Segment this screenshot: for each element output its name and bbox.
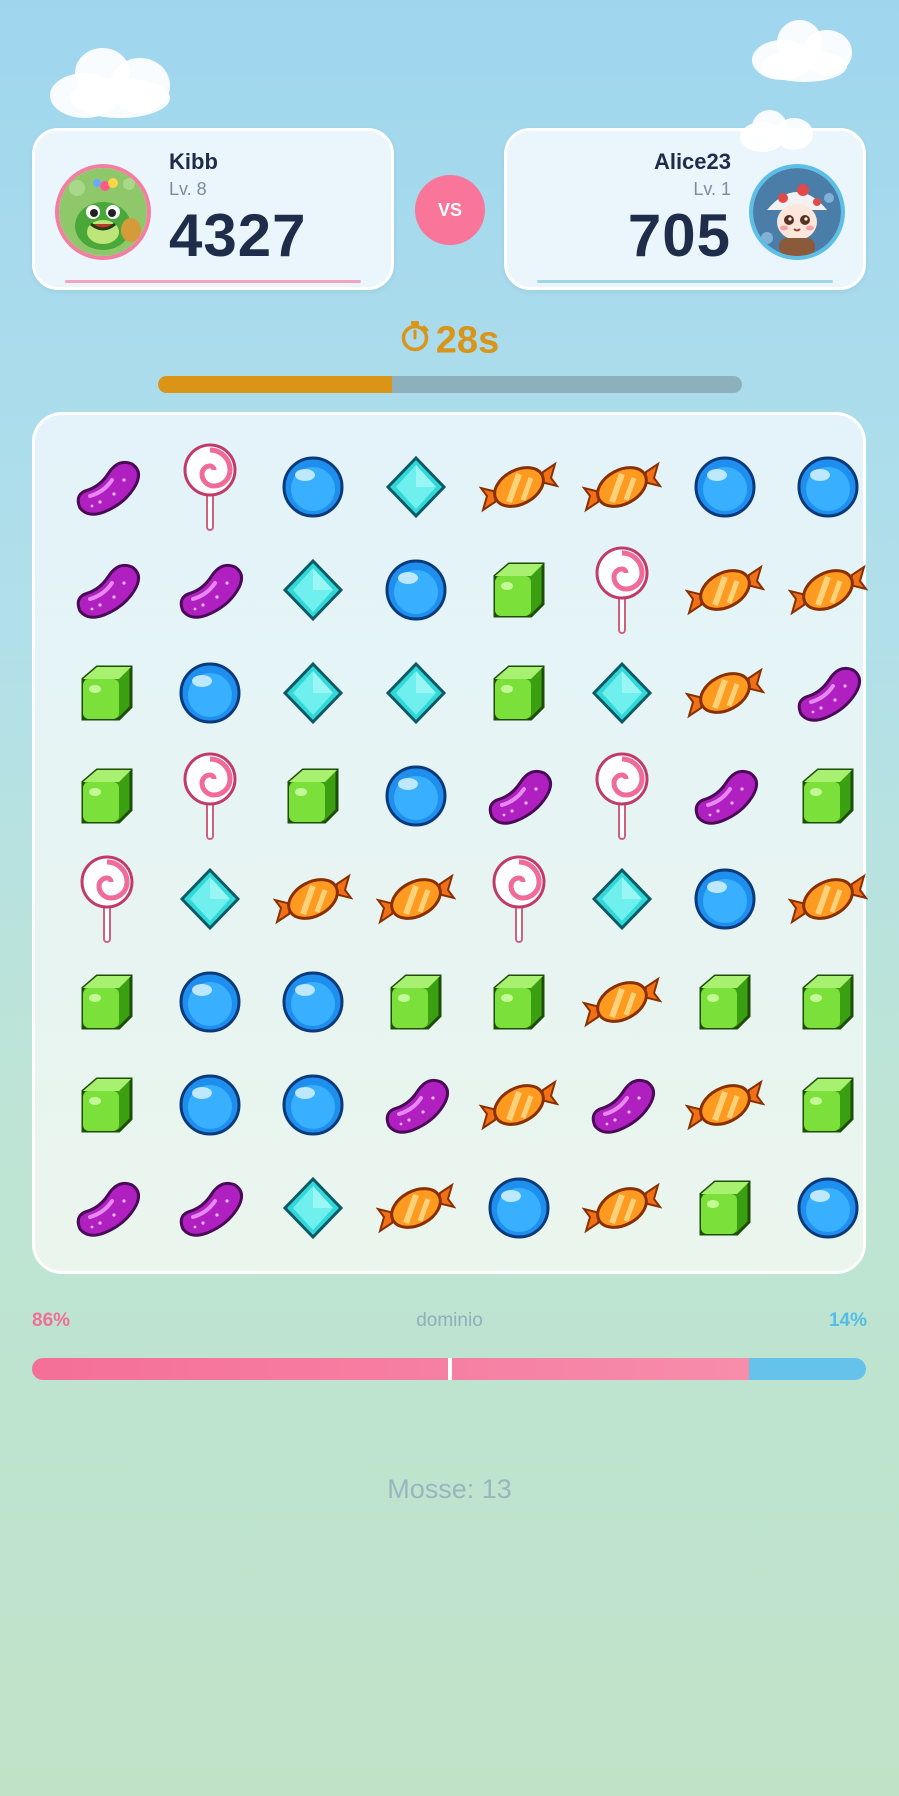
candy-green-icon[interactable] (55, 1053, 158, 1156)
candy-jelly-icon[interactable] (776, 641, 879, 744)
timer-value: 28s (435, 319, 500, 362)
candy-green-icon[interactable] (776, 950, 879, 1053)
candy-blue-icon[interactable] (261, 435, 364, 538)
candy-orange-icon[interactable] (673, 1053, 776, 1156)
candy-diamond-icon[interactable] (364, 641, 467, 744)
mushroom-girl-avatar-icon[interactable] (749, 164, 845, 260)
card-accent-line (537, 280, 833, 283)
candy-orange-icon[interactable] (673, 641, 776, 744)
candy-blue-icon[interactable] (158, 1053, 261, 1156)
candy-orange-icon[interactable] (570, 950, 673, 1053)
candy-orange-icon[interactable] (467, 435, 570, 538)
candy-green-icon[interactable] (55, 950, 158, 1053)
candy-diamond-icon[interactable] (261, 538, 364, 641)
player-score-left: 4327 (169, 202, 307, 269)
domination-right-percent: 14% (828, 1310, 867, 1331)
candy-green-icon[interactable] (776, 1053, 879, 1156)
candy-jelly-icon[interactable] (158, 1156, 261, 1259)
candy-lollipop-icon[interactable] (55, 847, 158, 950)
round-timer: 28s (0, 318, 899, 362)
candy-jelly-icon[interactable] (55, 435, 158, 538)
timer-progress-bar (158, 376, 742, 393)
candy-lollipop-icon[interactable] (570, 538, 673, 641)
player-level-right: Lv. 1 (693, 179, 731, 199)
domination-bar-left-fill (32, 1358, 750, 1380)
candy-jelly-icon[interactable] (467, 744, 570, 847)
candy-green-icon[interactable] (673, 1156, 776, 1259)
game-board (32, 412, 868, 1274)
candy-jelly-icon[interactable] (673, 744, 776, 847)
candy-blue-icon[interactable] (776, 435, 879, 538)
card-accent-line (65, 280, 361, 283)
candy-green-icon[interactable] (467, 538, 570, 641)
candy-jelly-icon[interactable] (570, 1053, 673, 1156)
candy-jelly-icon[interactable] (364, 1053, 467, 1156)
candy-diamond-icon[interactable] (261, 1156, 364, 1259)
candy-green-icon[interactable] (364, 950, 467, 1053)
candy-orange-icon[interactable] (673, 538, 776, 641)
player-card-left: Kibb Lv. 8 4327 (32, 128, 394, 290)
candy-diamond-icon[interactable] (570, 641, 673, 744)
vs-badge: VS (415, 175, 485, 245)
candy-lollipop-icon[interactable] (158, 744, 261, 847)
candy-diamond-icon[interactable] (158, 847, 261, 950)
cloud-decoration (740, 110, 815, 155)
cloud-decoration (50, 48, 175, 123)
domination-title: dominio (416, 1310, 483, 1331)
candy-blue-icon[interactable] (776, 1156, 879, 1259)
timer-progress-fill (158, 376, 392, 393)
candy-diamond-icon[interactable] (364, 435, 467, 538)
candy-jelly-icon[interactable] (55, 1156, 158, 1259)
candy-jelly-icon[interactable] (158, 538, 261, 641)
player-name-left: Kibb (169, 149, 218, 174)
candy-blue-icon[interactable] (364, 744, 467, 847)
candy-blue-icon[interactable] (673, 847, 776, 950)
cloud-decoration (752, 20, 852, 85)
candy-blue-icon[interactable] (158, 641, 261, 744)
candy-green-icon[interactable] (55, 641, 158, 744)
stopwatch-icon (400, 319, 430, 362)
domination-bar (32, 1358, 866, 1380)
candy-blue-icon[interactable] (467, 1156, 570, 1259)
green-monster-avatar-icon[interactable] (55, 164, 151, 260)
candy-green-icon[interactable] (467, 641, 570, 744)
candy-jelly-icon[interactable] (55, 538, 158, 641)
candy-orange-icon[interactable] (364, 847, 467, 950)
candy-blue-icon[interactable] (261, 1053, 364, 1156)
candy-diamond-icon[interactable] (261, 641, 364, 744)
candy-blue-icon[interactable] (673, 435, 776, 538)
domination-bar-midline (448, 1358, 452, 1380)
candy-orange-icon[interactable] (776, 847, 879, 950)
candy-lollipop-icon[interactable] (158, 435, 261, 538)
candy-blue-icon[interactable] (364, 538, 467, 641)
moves-counter: Mosse: 13 (387, 1474, 512, 1504)
candy-blue-icon[interactable] (261, 950, 364, 1053)
candy-orange-icon[interactable] (570, 1156, 673, 1259)
candy-green-icon[interactable] (776, 744, 879, 847)
candy-blue-icon[interactable] (158, 950, 261, 1053)
candy-green-icon[interactable] (467, 950, 570, 1053)
candy-diamond-icon[interactable] (570, 847, 673, 950)
candy-green-icon[interactable] (261, 744, 364, 847)
candy-orange-icon[interactable] (570, 435, 673, 538)
candy-green-icon[interactable] (55, 744, 158, 847)
candy-grid (55, 435, 879, 1259)
candy-lollipop-icon[interactable] (570, 744, 673, 847)
player-score-right: 705 (627, 202, 731, 269)
player-name-right: Alice23 (653, 149, 731, 174)
player-level-left: Lv. 8 (169, 179, 207, 199)
candy-orange-icon[interactable] (364, 1156, 467, 1259)
candy-orange-icon[interactable] (467, 1053, 570, 1156)
candy-lollipop-icon[interactable] (467, 847, 570, 950)
candy-orange-icon[interactable] (261, 847, 364, 950)
candy-orange-icon[interactable] (776, 538, 879, 641)
candy-green-icon[interactable] (673, 950, 776, 1053)
